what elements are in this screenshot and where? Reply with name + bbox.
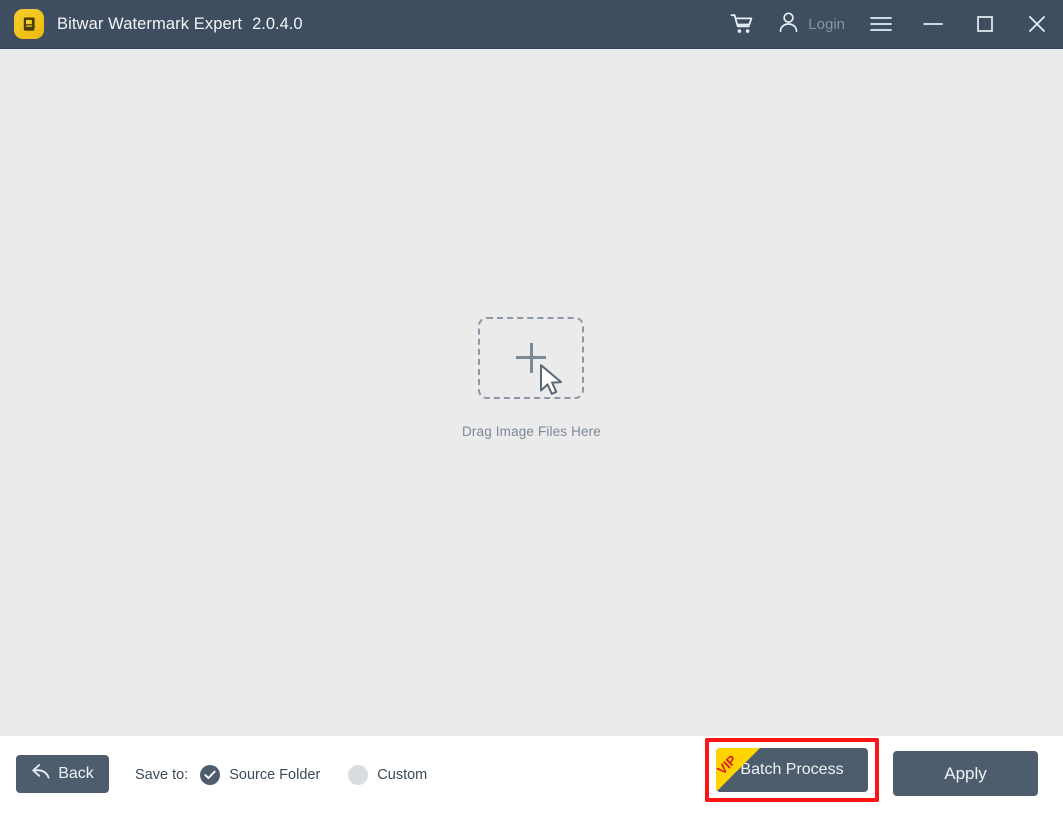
title-bar: Bitwar Watermark Expert 2.0.4.0 Login bbox=[0, 0, 1063, 49]
radio-unchecked-icon bbox=[348, 764, 369, 785]
radio-option-custom[interactable]: Custom bbox=[348, 764, 428, 785]
back-arrow-icon bbox=[31, 763, 51, 785]
app-version-label: 2.0.4.0 bbox=[252, 14, 303, 33]
apply-button[interactable]: Apply bbox=[893, 751, 1038, 796]
user-account-icon bbox=[778, 11, 799, 38]
shopping-cart-icon[interactable] bbox=[720, 0, 764, 48]
radio-checked-icon bbox=[200, 764, 221, 785]
batch-process-highlight-box: VIP Batch Process bbox=[705, 738, 879, 802]
hamburger-menu-icon[interactable] bbox=[855, 0, 907, 48]
drop-zone-label: Drag Image Files Here bbox=[462, 423, 601, 439]
back-button-label: Back bbox=[58, 765, 94, 782]
main-content-area: Drag Image Files Here bbox=[0, 49, 1063, 736]
radio-label-source-folder: Source Folder bbox=[229, 766, 321, 783]
footer-toolbar: Back Save to: Source Folder Custom VIP B… bbox=[0, 736, 1063, 813]
title-bar-controls: Login bbox=[720, 0, 1063, 48]
minimize-icon[interactable] bbox=[907, 0, 959, 48]
title-bar-left: Bitwar Watermark Expert 2.0.4.0 bbox=[0, 9, 303, 39]
radio-option-source-folder[interactable]: Source Folder bbox=[200, 764, 321, 785]
maximize-icon[interactable] bbox=[959, 0, 1011, 48]
drop-zone-container: Drag Image Files Here bbox=[462, 316, 601, 439]
save-to-label: Save to: bbox=[135, 766, 189, 783]
svg-text:VIP: VIP bbox=[716, 752, 740, 778]
batch-process-label: Batch Process bbox=[740, 761, 844, 778]
page-title: Bitwar Watermark Expert bbox=[57, 14, 243, 33]
app-logo-icon bbox=[14, 9, 44, 39]
login-label: Login bbox=[808, 15, 845, 33]
image-drop-zone[interactable] bbox=[478, 316, 585, 399]
batch-process-button[interactable]: VIP Batch Process bbox=[716, 748, 868, 792]
radio-label-custom: Custom bbox=[377, 766, 428, 783]
application-window: Bitwar Watermark Expert 2.0.4.0 Login Dr… bbox=[0, 0, 1063, 813]
close-icon[interactable] bbox=[1011, 0, 1063, 48]
login-button[interactable]: Login bbox=[764, 0, 855, 48]
plus-icon bbox=[516, 342, 547, 373]
save-to-group: Save to: Source Folder Custom bbox=[135, 736, 427, 813]
back-button[interactable]: Back bbox=[16, 755, 109, 793]
apply-button-label: Apply bbox=[944, 763, 987, 783]
